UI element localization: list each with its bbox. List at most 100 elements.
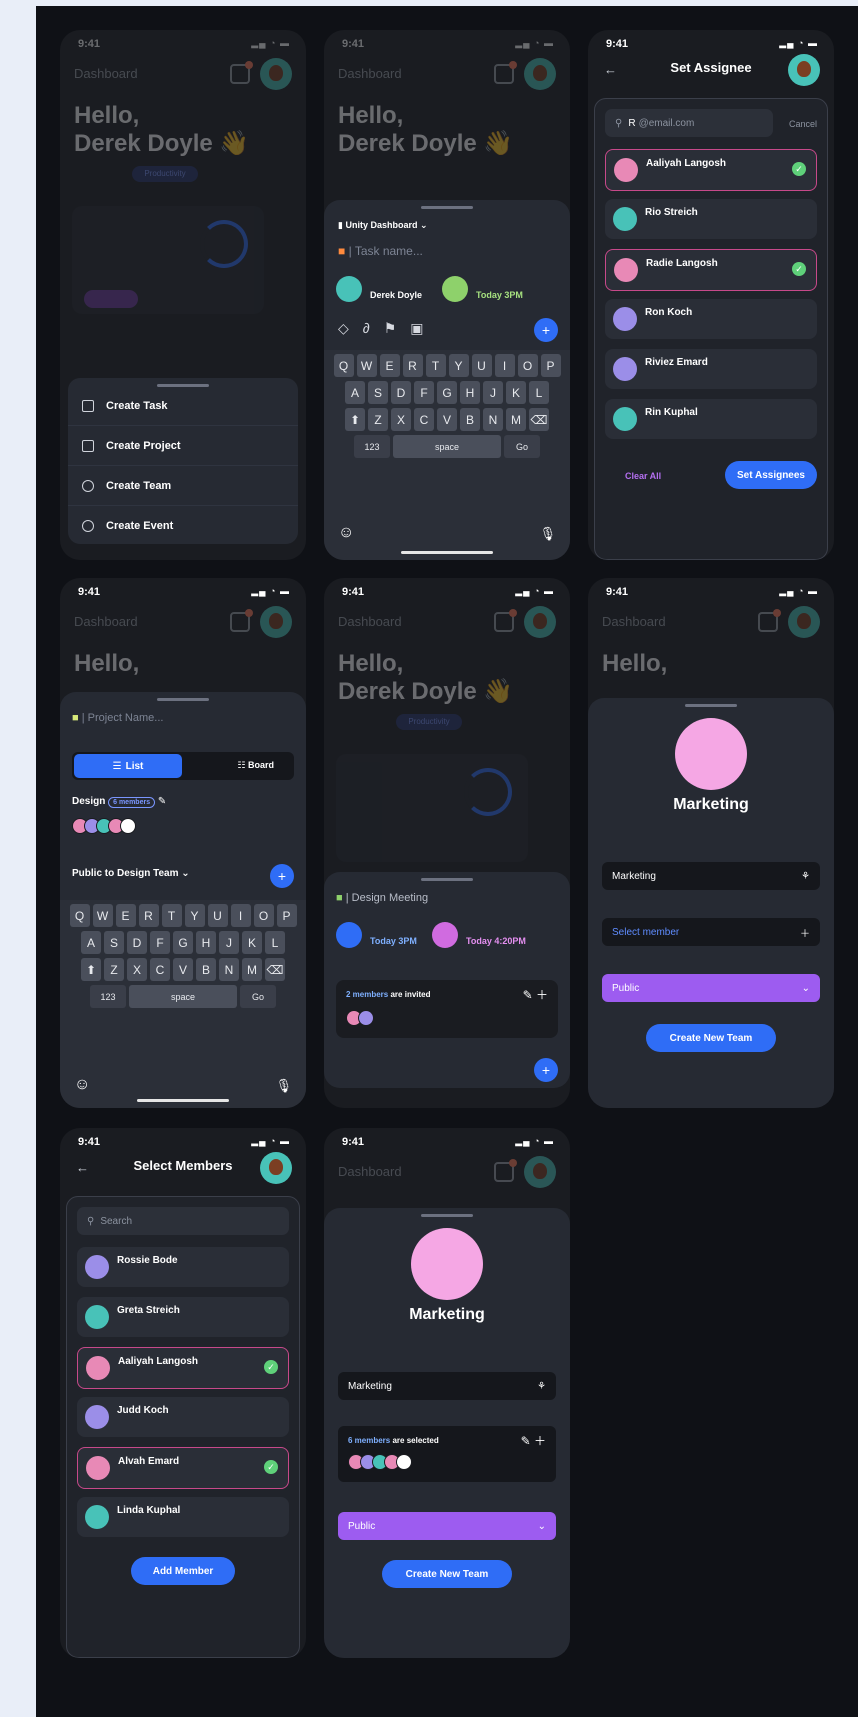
key[interactable]: U [471, 354, 492, 377]
key[interactable]: N [483, 408, 503, 431]
submit-event-button[interactable]: + [534, 1058, 558, 1082]
bell-icon[interactable] [494, 609, 517, 632]
edit-icon[interactable]: ✎ [158, 796, 166, 807]
key[interactable]: A [345, 381, 365, 404]
avatar[interactable] [260, 606, 292, 638]
set-assignees-button[interactable]: Set Assignees [725, 461, 817, 489]
menu-create-project[interactable]: Create Project [68, 426, 298, 466]
emoji-icon[interactable]: ☺ [338, 524, 354, 542]
list-item[interactable]: Judd Koch [77, 1397, 289, 1437]
key[interactable]: Q [69, 904, 90, 927]
attach-icon[interactable]: ∂ [363, 320, 384, 336]
project-selector[interactable]: ▮ Unity Dashboard ⌄ [338, 220, 428, 231]
avatar[interactable] [524, 606, 556, 638]
list-item[interactable]: Radie Langosh ✓ [605, 249, 817, 291]
key[interactable]: D [391, 381, 411, 404]
submit-task-button[interactable]: + [534, 318, 558, 342]
project-name-input[interactable]: ■ | Project Name... [72, 712, 163, 724]
avatar[interactable] [260, 58, 292, 90]
space-key[interactable]: space [393, 435, 501, 458]
plus-icon[interactable]: ＋ [536, 988, 548, 1002]
delete-key[interactable]: ⌫ [529, 408, 549, 431]
go-key[interactable]: Go [504, 435, 540, 458]
sheet-handle[interactable] [421, 206, 473, 209]
sheet-handle[interactable] [421, 1214, 473, 1217]
key[interactable]: D [127, 931, 147, 954]
key[interactable]: H [460, 381, 480, 404]
avatar[interactable] [524, 58, 556, 90]
search-input[interactable]: ⚲ R @email.com [605, 109, 773, 137]
sheet-handle[interactable] [685, 704, 737, 707]
avatar[interactable] [788, 54, 820, 86]
key[interactable]: B [460, 408, 480, 431]
key[interactable]: T [161, 904, 182, 927]
key[interactable]: P [540, 354, 561, 377]
plus-icon[interactable]: ＋ [534, 1434, 546, 1448]
task-name-input[interactable]: ■ | Task name... [338, 244, 423, 258]
key[interactable]: M [506, 408, 526, 431]
key[interactable]: F [414, 381, 434, 404]
key[interactable]: R [402, 354, 423, 377]
add-member-button[interactable]: Add Member [131, 1557, 235, 1585]
go-key[interactable]: Go [240, 985, 276, 1008]
select-member-field[interactable]: Select member ＋ [602, 918, 820, 946]
list-item[interactable]: Rin Kuphal [605, 399, 817, 439]
key[interactable]: R [138, 904, 159, 927]
calendar-icon[interactable] [442, 276, 468, 302]
image-icon[interactable]: ▣ [410, 320, 437, 336]
privacy-select[interactable]: Public ⌄ [602, 974, 820, 1002]
submit-project-button[interactable]: + [270, 864, 294, 888]
key[interactable]: J [483, 381, 503, 404]
key[interactable]: V [173, 958, 193, 981]
key[interactable]: O [517, 354, 538, 377]
assignee-avatar[interactable] [336, 276, 362, 302]
mic-icon[interactable]: 🎙 [275, 1078, 292, 1094]
menu-create-task[interactable]: Create Task [68, 386, 298, 426]
bell-icon[interactable] [494, 1159, 517, 1182]
key[interactable]: Z [368, 408, 388, 431]
add-task-chip[interactable] [84, 290, 138, 308]
list-item[interactable]: Aaliyah Langosh ✓ [77, 1347, 289, 1389]
mic-icon[interactable]: 🎙 [539, 526, 556, 542]
members-badge[interactable]: 6 members [108, 797, 156, 808]
delete-key[interactable]: ⌫ [265, 958, 285, 981]
key[interactable]: W [92, 904, 113, 927]
menu-create-team[interactable]: Create Team [68, 466, 298, 506]
team-name-field[interactable]: Marketing ⚘ [602, 862, 820, 890]
sheet-handle[interactable] [157, 384, 209, 387]
list-item[interactable]: Rio Streich [605, 199, 817, 239]
create-team-button[interactable]: Create New Team [382, 1560, 512, 1588]
key[interactable]: S [368, 381, 388, 404]
key[interactable]: K [506, 381, 526, 404]
key[interactable]: E [379, 354, 400, 377]
key[interactable]: Z [104, 958, 124, 981]
menu-create-event[interactable]: Create Event [68, 506, 298, 545]
list-item[interactable]: Greta Streich [77, 1297, 289, 1337]
board-toggle[interactable]: ☷ Board [237, 760, 274, 771]
key[interactable]: F [150, 931, 170, 954]
edit-icon[interactable]: ✎ [521, 1434, 531, 1448]
team-image-icon[interactable] [675, 718, 747, 790]
bell-icon[interactable] [230, 609, 253, 632]
key[interactable]: O [253, 904, 274, 927]
list-item[interactable]: Rossie Bode [77, 1247, 289, 1287]
key[interactable]: Q [333, 354, 354, 377]
team-name-field[interactable]: Marketing ⚘ [338, 1372, 556, 1400]
create-team-button[interactable]: Create New Team [646, 1024, 776, 1052]
bell-icon[interactable] [758, 609, 781, 632]
emoji-icon[interactable]: ☺ [74, 1076, 90, 1094]
key[interactable]: G [437, 381, 457, 404]
avatar[interactable] [788, 606, 820, 638]
key[interactable]: N [219, 958, 239, 981]
bell-icon[interactable] [230, 61, 253, 84]
list-item[interactable]: Linda Kuphal [77, 1497, 289, 1537]
list-item[interactable]: Riviez Emard [605, 349, 817, 389]
key[interactable]: B [196, 958, 216, 981]
key[interactable]: L [529, 381, 549, 404]
tab-productivity[interactable]: Productivity [132, 166, 198, 182]
shift-key[interactable]: ⬆ [345, 408, 365, 431]
privacy-select[interactable]: Public ⌄ [338, 1512, 556, 1540]
tag-icon[interactable]: ◇ [338, 320, 363, 336]
key[interactable]: S [104, 931, 124, 954]
key[interactable]: I [230, 904, 251, 927]
